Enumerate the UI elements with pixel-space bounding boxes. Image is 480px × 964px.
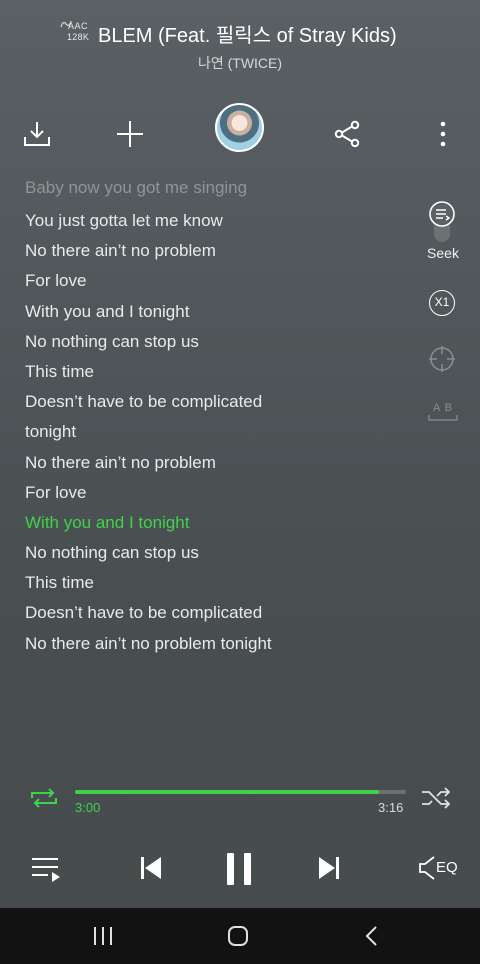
codec-format: AAC <box>68 21 89 31</box>
lyric-line-partial: Baby now you got me singing <box>25 180 248 197</box>
album-art-thumbnail[interactable] <box>215 103 264 152</box>
repeat-icon[interactable] <box>28 786 60 810</box>
lyric-line[interactable]: For love <box>25 266 415 296</box>
lyric-line[interactable]: tonight <box>25 417 415 447</box>
seek-label: Seek <box>427 245 459 261</box>
more-icon[interactable] <box>428 119 458 149</box>
ab-label: A B <box>432 402 454 414</box>
song-title[interactable]: BLEM (Feat. 필릭스 of Stray Kids) <box>98 19 397 48</box>
lyric-line[interactable]: Doesn’t have to be complicated <box>25 387 415 417</box>
previous-icon[interactable] <box>138 855 164 881</box>
lyric-line[interactable]: With you and I tonight <box>25 297 415 327</box>
ab-repeat-button[interactable]: A B <box>428 402 458 422</box>
lyric-line-active[interactable]: With you and I tonight <box>25 508 415 538</box>
lyric-line[interactable]: This time <box>25 568 415 598</box>
lyric-line[interactable]: For love <box>25 478 415 508</box>
crosshair-icon[interactable] <box>428 345 456 373</box>
pause-icon[interactable] <box>224 851 254 887</box>
download-icon[interactable] <box>22 119 52 149</box>
speaker-icon <box>419 856 435 880</box>
lyric-line[interactable]: Doesn’t have to be complicated <box>25 598 415 628</box>
eq-label: EQ <box>436 859 458 876</box>
lyric-line[interactable]: You just gotta let me know <box>25 206 415 236</box>
artist-name[interactable]: 나연 (TWICE) <box>0 53 480 73</box>
eq-button[interactable]: EQ <box>418 853 460 883</box>
back-icon[interactable] <box>362 925 380 947</box>
total-time: 3:16 <box>378 800 404 815</box>
playlist-icon[interactable] <box>30 855 62 883</box>
home-icon[interactable] <box>226 925 250 947</box>
ab-bracket-icon <box>428 415 458 421</box>
progress-fill <box>75 790 379 794</box>
share-icon[interactable] <box>332 119 362 149</box>
current-time: 3:00 <box>75 800 101 815</box>
add-icon[interactable] <box>115 119 145 149</box>
lyric-line[interactable]: No there ain’t no problem tonight <box>25 629 415 659</box>
seek-toggle[interactable] <box>427 200 457 244</box>
lyric-line[interactable]: This time <box>25 357 415 387</box>
shuffle-icon[interactable] <box>420 787 452 809</box>
next-icon[interactable] <box>316 855 342 881</box>
speed-button[interactable]: X1 <box>429 290 455 316</box>
lyric-line[interactable]: No nothing can stop us <box>25 327 415 357</box>
recent-apps-icon[interactable] <box>92 926 114 946</box>
lyric-line[interactable]: No there ain’t no problem <box>25 448 415 478</box>
lyric-line[interactable]: No nothing can stop us <box>25 538 415 568</box>
lyrics-panel[interactable]: Baby now you got me singing You just got… <box>25 180 415 659</box>
codec-badge: AAC 128K <box>60 18 92 44</box>
system-nav-bar <box>0 908 480 964</box>
lyric-line[interactable]: No there ain’t no problem <box>25 236 415 266</box>
codec-bitrate: 128K <box>67 32 90 42</box>
